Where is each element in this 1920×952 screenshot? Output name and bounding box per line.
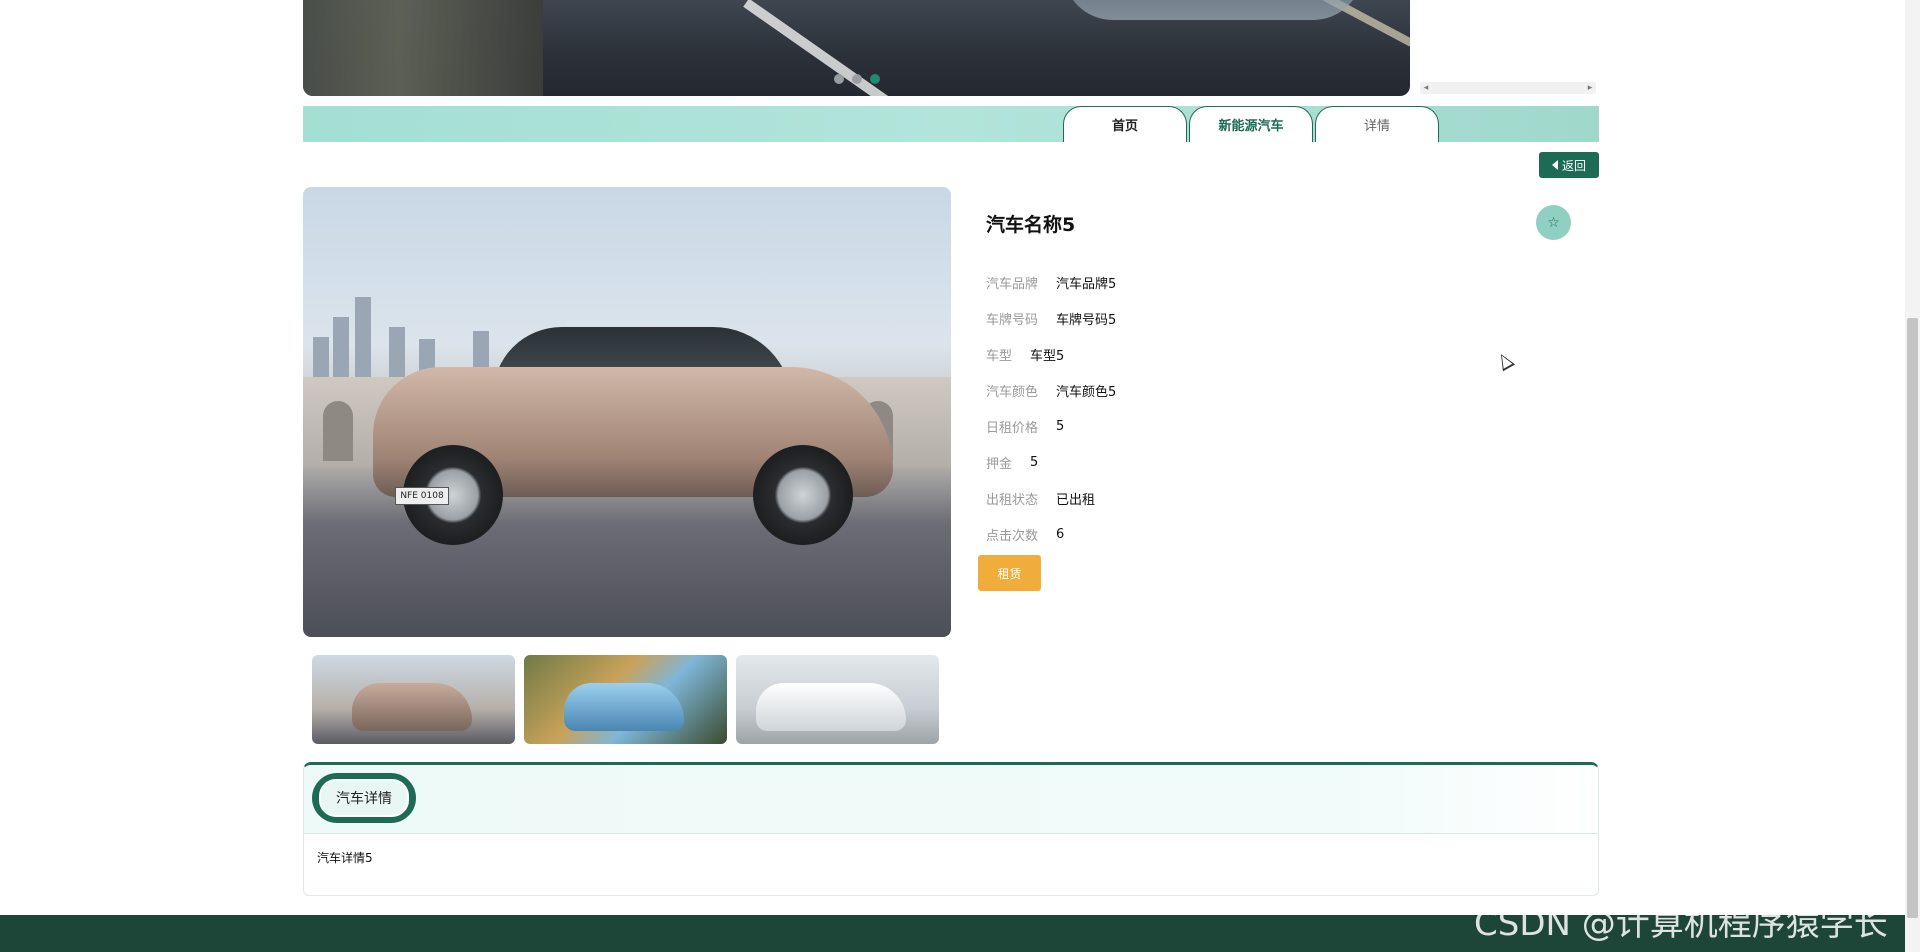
bridge-arch xyxy=(323,401,353,461)
mouse-cursor-icon xyxy=(1494,350,1516,372)
info-row-deposit: 押金 5 xyxy=(986,444,1116,480)
detail-section: 汽车详情 汽车详情5 xyxy=(303,762,1599,896)
thumbnail-car xyxy=(756,683,906,731)
info-value: 汽车品牌5 xyxy=(1056,276,1117,292)
carousel-dot-1[interactable] xyxy=(833,74,844,84)
page-scrollbar[interactable] xyxy=(1905,0,1920,952)
watermark: CSDN @计算机程序猿学长 xyxy=(1474,904,1888,944)
thumbnail-car xyxy=(352,683,472,731)
banner-image-car xyxy=(1063,0,1363,20)
tab-label: 首页 xyxy=(1111,119,1138,134)
banner-carousel[interactable] xyxy=(303,0,1410,96)
caret-left-icon xyxy=(1551,160,1558,170)
nav-bar: 首页 新能源汽车 详情 xyxy=(303,106,1599,142)
info-label: 汽车颜色 xyxy=(986,384,1039,400)
thumbnail-car xyxy=(564,683,684,731)
car-main-image: NFE 0108 xyxy=(303,187,951,637)
scroll-right-icon[interactable]: ▸ xyxy=(1584,82,1596,94)
info-value: 已出租 xyxy=(1056,492,1096,508)
back-button[interactable]: 返回 xyxy=(1539,152,1599,178)
thumbnail-strip xyxy=(312,655,939,744)
nav-tabs: 首页 新能源汽车 详情 xyxy=(1063,106,1441,142)
page-scrollbar-thumb[interactable] xyxy=(1907,318,1918,918)
info-label: 点击次数 xyxy=(986,528,1039,544)
info-label: 押金 xyxy=(986,456,1013,472)
back-button-label: 返回 xyxy=(1561,158,1586,173)
rent-button[interactable]: 租赁 xyxy=(978,555,1041,591)
car-wheel xyxy=(753,445,853,545)
info-label: 出租状态 xyxy=(986,492,1039,508)
info-label: 车型 xyxy=(986,348,1013,364)
info-row-rental-status: 出租状态 已出租 xyxy=(986,480,1116,516)
skyline-building xyxy=(355,297,371,387)
horizontal-scrollbar[interactable]: ◂ ▸ xyxy=(1420,82,1596,94)
carousel-dots xyxy=(303,74,1410,84)
rent-button-label: 租赁 xyxy=(997,566,1022,581)
carousel-dot-3[interactable] xyxy=(869,74,880,84)
info-row-brand: 汽车品牌 汽车品牌5 xyxy=(986,264,1116,300)
info-row-plate: 车牌号码 车牌号码5 xyxy=(986,300,1116,336)
info-label: 车牌号码 xyxy=(986,312,1039,328)
detail-header: 汽车详情 xyxy=(304,765,1598,834)
thumbnail-3[interactable] xyxy=(736,655,939,744)
detail-content: 汽车详情5 xyxy=(317,851,373,865)
info-row-color: 汽车颜色 汽车颜色5 xyxy=(986,372,1116,408)
info-value: 汽车颜色5 xyxy=(1056,384,1117,400)
thumbnail-1[interactable] xyxy=(312,655,515,744)
tab-new-energy-cars[interactable]: 新能源汽车 xyxy=(1189,106,1313,142)
tab-home[interactable]: 首页 xyxy=(1063,106,1187,142)
info-value: 车型5 xyxy=(1030,348,1065,364)
scroll-left-icon[interactable]: ◂ xyxy=(1420,82,1432,94)
info-row-daily-price: 日租价格 5 xyxy=(986,408,1116,444)
tab-label: 详情 xyxy=(1363,119,1390,134)
tab-label: 新能源汽车 xyxy=(1218,119,1284,134)
info-label: 日租价格 xyxy=(986,420,1039,436)
carousel-dot-2[interactable] xyxy=(851,74,862,84)
detail-tab[interactable]: 汽车详情 xyxy=(312,773,416,823)
license-plate: NFE 0108 xyxy=(395,487,449,505)
info-label: 汽车品牌 xyxy=(986,276,1039,292)
info-value: 5 xyxy=(1056,418,1065,434)
thumbnail-2[interactable] xyxy=(524,655,727,744)
info-row-click-count: 点击次数 6 xyxy=(986,516,1116,552)
info-value: 6 xyxy=(1056,526,1065,542)
info-row-model: 车型 车型5 xyxy=(986,336,1116,372)
favorite-button[interactable]: ☆ xyxy=(1536,205,1571,240)
car-illustration: NFE 0108 xyxy=(373,327,893,547)
star-outline-icon: ☆ xyxy=(1547,214,1560,231)
car-title: 汽车名称5 xyxy=(986,214,1076,236)
car-info-list: 汽车品牌 汽车品牌5 车牌号码 车牌号码5 车型 车型5 汽车颜色 汽车颜色5 日租价格… xyxy=(986,264,1116,552)
info-value: 5 xyxy=(1030,454,1039,470)
tab-details[interactable]: 详情 xyxy=(1315,106,1439,142)
detail-tab-label: 汽车详情 xyxy=(319,779,409,817)
info-value: 车牌号码5 xyxy=(1056,312,1117,328)
